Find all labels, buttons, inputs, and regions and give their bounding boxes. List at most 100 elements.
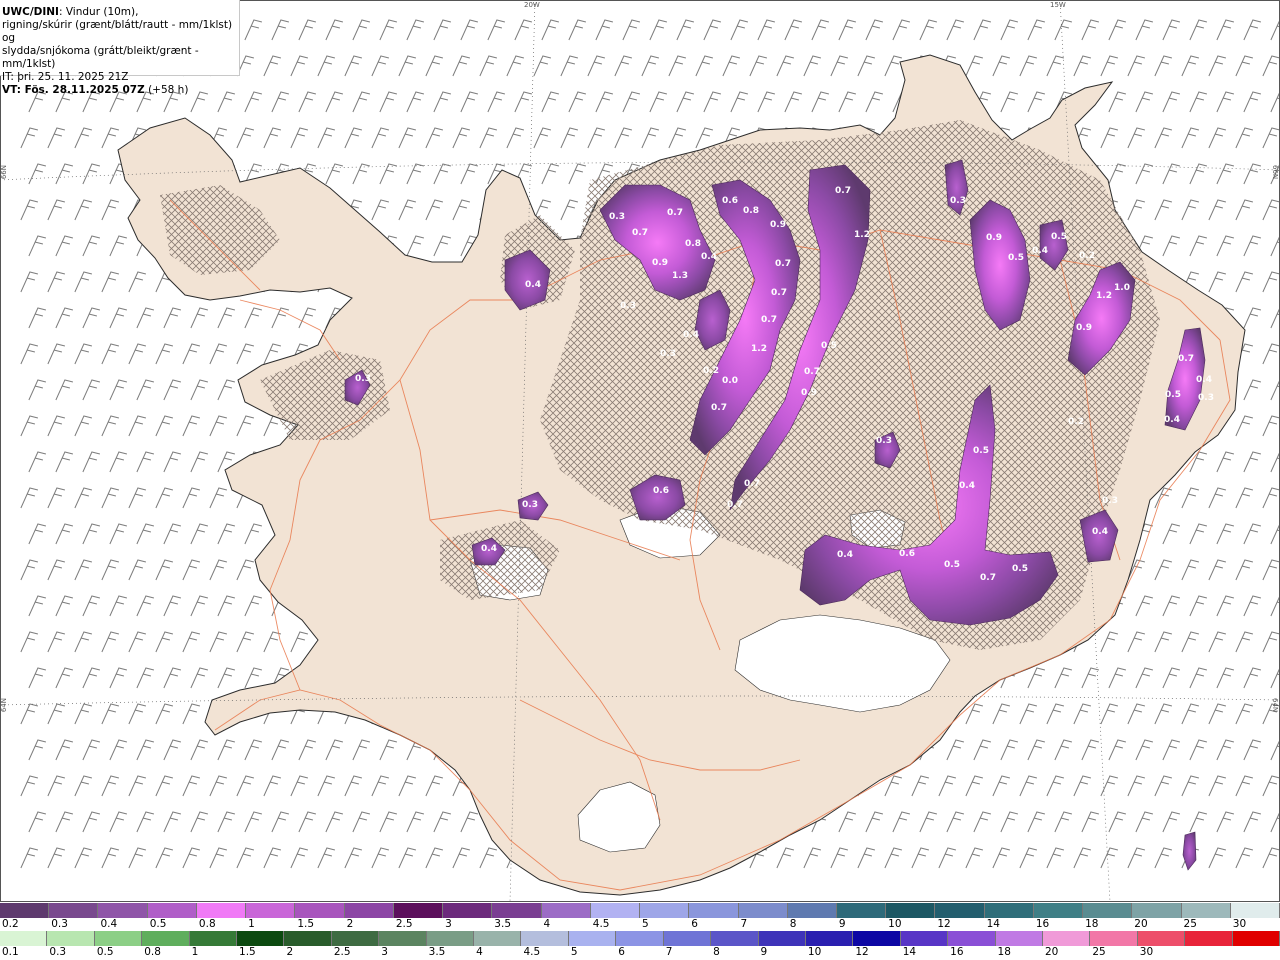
precip-value-label: 0.9 bbox=[986, 233, 1002, 243]
colorbar-swatch bbox=[995, 931, 1043, 946]
wind-barb bbox=[236, 847, 255, 869]
wind-barb bbox=[352, 19, 371, 41]
precip-value-label: 1.0 bbox=[1114, 283, 1130, 293]
wind-barb bbox=[406, 811, 425, 833]
wind-barb bbox=[20, 559, 39, 581]
lat-label-64n-right: 64N bbox=[1271, 698, 1279, 713]
wind-barb bbox=[1054, 667, 1073, 689]
wind-barb bbox=[128, 271, 147, 293]
wind-barb bbox=[182, 631, 201, 653]
colorbar-swatch bbox=[196, 903, 247, 918]
colorbar-tick-label: 6 bbox=[618, 946, 625, 958]
precip-value-label: 0.4 bbox=[1196, 375, 1212, 385]
wind-barb bbox=[803, 55, 822, 77]
wind-barb bbox=[1054, 739, 1073, 761]
colorbar-swatch bbox=[1137, 931, 1186, 946]
colorbar-swatch bbox=[738, 903, 788, 918]
wind-barb bbox=[838, 91, 857, 113]
wind-barb bbox=[182, 559, 201, 581]
precip-value-label: 0.0 bbox=[722, 376, 738, 386]
colorbar-swatch bbox=[94, 931, 143, 946]
wind-barb bbox=[1027, 19, 1046, 41]
wind-barb bbox=[190, 667, 209, 689]
wind-barb bbox=[1135, 739, 1154, 761]
snow-colorbar-legend: 0.2 0.3 0.4 0.5 0.8 1 1.5 2 2.5 3 3.5 4 4.5 5 6 7 8 9 10 12… bbox=[0, 903, 1280, 931]
wind-barb bbox=[209, 415, 228, 437]
wind-barb bbox=[217, 667, 236, 689]
wind-barb bbox=[244, 739, 263, 761]
wind-barb bbox=[1262, 415, 1280, 437]
wind-barb bbox=[101, 199, 120, 221]
wind-barb bbox=[1243, 235, 1262, 257]
wind-barb bbox=[136, 595, 155, 617]
colorbar-tick-label: 10 bbox=[807, 946, 822, 958]
wind-barb bbox=[703, 91, 722, 113]
precip-value-label: 0.2 bbox=[1079, 251, 1095, 261]
colorbar-swatch bbox=[521, 931, 569, 946]
wind-barb bbox=[1208, 703, 1227, 725]
lat-label-66n-left: 66N bbox=[0, 165, 8, 180]
wind-barb bbox=[803, 847, 822, 869]
wind-barb bbox=[20, 343, 39, 365]
wind-barb bbox=[217, 379, 236, 401]
wind-barb bbox=[1081, 667, 1100, 689]
wind-barb bbox=[1162, 235, 1181, 257]
wind-barb bbox=[1135, 19, 1154, 41]
precip-value-label: 1.2 bbox=[854, 230, 870, 240]
wind-barb bbox=[136, 667, 155, 689]
colorbar-swatch bbox=[689, 903, 739, 918]
wind-barb bbox=[209, 487, 228, 509]
precip-value-label: 0.5 bbox=[1012, 564, 1028, 574]
wind-barb bbox=[649, 19, 668, 41]
wind-barb bbox=[452, 55, 471, 77]
wind-barb bbox=[344, 847, 363, 869]
wind-barb bbox=[1127, 631, 1146, 653]
precip-value-label: 0.7 bbox=[744, 479, 760, 489]
wind-barb bbox=[1270, 667, 1280, 689]
wind-barb bbox=[1081, 19, 1100, 41]
wind-barb bbox=[1000, 739, 1019, 761]
wind-barb bbox=[695, 55, 714, 77]
wind-barb bbox=[946, 739, 965, 761]
wind-barb bbox=[1162, 667, 1181, 689]
wind-barb bbox=[20, 271, 39, 293]
wind-barb bbox=[1135, 595, 1154, 617]
wind-barb bbox=[533, 127, 552, 149]
wind-barb bbox=[1262, 199, 1280, 221]
colorbar-tick-label: 18 bbox=[1085, 918, 1099, 930]
wind-barb bbox=[190, 811, 209, 833]
wind-barb bbox=[128, 631, 147, 653]
wind-barb bbox=[541, 19, 560, 41]
wind-barb bbox=[1046, 847, 1065, 869]
wind-barb bbox=[1208, 631, 1227, 653]
wind-barb bbox=[182, 343, 201, 365]
wind-barb bbox=[263, 127, 282, 149]
wind-barb bbox=[271, 19, 290, 41]
wind-barb bbox=[1189, 667, 1208, 689]
wind-barb bbox=[614, 127, 633, 149]
wind-barb bbox=[379, 91, 398, 113]
wind-barb bbox=[433, 163, 452, 185]
wind-barb bbox=[325, 811, 344, 833]
wind-barb bbox=[190, 451, 209, 473]
wind-barb bbox=[55, 667, 74, 689]
wind-barb bbox=[1243, 739, 1262, 761]
wind-barb bbox=[82, 235, 101, 257]
wind-barb bbox=[1216, 235, 1235, 257]
wind-barb bbox=[622, 19, 641, 41]
wind-barb bbox=[28, 163, 47, 185]
precip-value-label: 0.7 bbox=[711, 403, 727, 413]
lat-label-66n-right: 66N bbox=[1271, 165, 1279, 180]
wind-barb bbox=[209, 559, 228, 581]
wind-barb bbox=[1027, 811, 1046, 833]
wind-barb bbox=[1189, 595, 1208, 617]
precip-value-label: 0.8 bbox=[685, 239, 701, 249]
wind-barb bbox=[290, 631, 309, 653]
colorbar-tick-label: 12 bbox=[855, 946, 869, 958]
wind-barb bbox=[1262, 631, 1280, 653]
wind-barb bbox=[1208, 559, 1227, 581]
wind-barb bbox=[1270, 523, 1280, 545]
wind-barb bbox=[1235, 703, 1254, 725]
wind-barb bbox=[1108, 667, 1127, 689]
wind-barb bbox=[47, 487, 66, 509]
